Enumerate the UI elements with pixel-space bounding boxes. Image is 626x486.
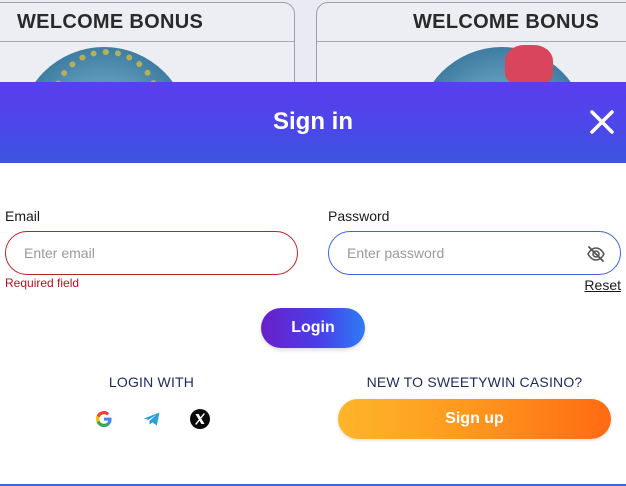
login-button[interactable]: Login [261,308,365,348]
telegram-icon[interactable] [141,408,163,430]
promo-art-character [505,45,553,82]
promo-title: WELCOME BONUS [413,11,600,33]
password-label: Password [328,208,390,224]
email-field-wrapper [5,231,298,275]
password-input[interactable] [347,232,577,274]
password-field-wrapper [328,231,621,275]
email-label: Email [5,208,41,224]
promo-divider [0,41,294,42]
promo-art-image [417,47,587,82]
reset-password-link[interactable]: Reset [584,277,621,293]
eye-off-icon[interactable] [586,244,606,264]
background-promo-area: WELCOME BONUS WELCOME BONUS [0,0,626,82]
promo-divider [317,41,626,42]
email-input[interactable] [24,232,284,274]
promo-card-welcome-bonus-1: WELCOME BONUS [0,2,295,82]
modal-header: Sign in [0,82,626,163]
signup-button[interactable]: Sign up [338,399,611,439]
google-icon[interactable] [93,408,115,430]
signup-heading: NEW TO SWEETYWIN CASINO? [366,374,583,390]
login-with-heading: LOGIN WITH [108,374,195,390]
promo-card-welcome-bonus-2: WELCOME BONUS [316,2,626,82]
email-error-text: Required field [5,276,80,290]
x-icon[interactable] [189,408,211,430]
promo-title: WELCOME BONUS [17,11,204,33]
close-icon[interactable] [588,108,616,136]
modal-title: Sign in [273,108,353,135]
